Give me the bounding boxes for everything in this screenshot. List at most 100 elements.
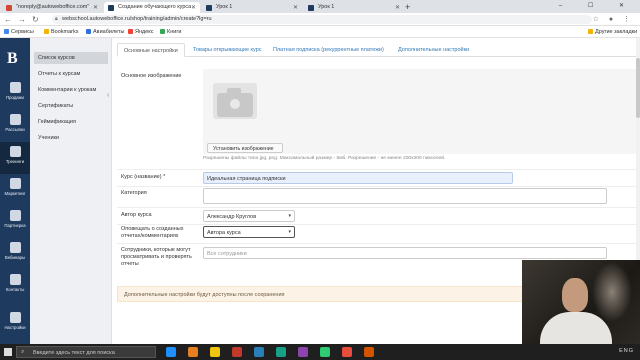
subnav-item-reports[interactable]: Отчеты к курсам — [34, 68, 108, 80]
nav-item-contacts[interactable]: Контакты — [0, 270, 30, 302]
yandex-icon — [128, 29, 133, 34]
staff-placeholder: Все сотрудники — [207, 251, 247, 257]
send-icon — [9, 114, 21, 125]
course-form: Основное изображение Установить изображе… — [117, 61, 637, 281]
subnav-item-courses[interactable]: Список курсов — [34, 52, 108, 64]
author-select[interactable]: Александр Круглов ▾ — [203, 210, 295, 222]
image-hint: Разрешены файлы типа jpg, png. Максималь… — [203, 156, 446, 161]
gmail-icon — [6, 5, 12, 11]
nav-item-settings[interactable]: Настройки — [0, 308, 30, 340]
browser-tab-lesson-1b[interactable]: Урок 1 ✕ — [304, 2, 404, 13]
browser-tab-lesson-1[interactable]: Урок 1 ✕ — [202, 2, 302, 13]
search-icon: ⌕ — [21, 349, 25, 355]
search-placeholder: Введите здесь текст для поиска — [33, 350, 115, 356]
forward-icon[interactable]: → — [18, 15, 26, 24]
course-name-label: Курс (название) * — [121, 174, 166, 180]
bookmark-flights[interactable]: Авиабилеты — [86, 29, 125, 35]
app-icon[interactable] — [276, 347, 286, 357]
tab-paid-subscription[interactable]: Платная подписка (рекуррентные платежи) — [267, 43, 390, 57]
reload-icon[interactable]: ↻ — [32, 15, 39, 24]
nav-item-mailings[interactable]: Рассылки — [0, 110, 30, 142]
tab-basic-settings[interactable]: Основные настройки — [117, 43, 185, 57]
bookmark-bookmarks[interactable]: Bookmarks — [44, 29, 79, 35]
app-icon[interactable] — [342, 347, 352, 357]
divider — [117, 207, 637, 208]
nav-item-marketing[interactable]: Маркетинг — [0, 174, 30, 206]
nav-item-sales[interactable]: Продажи — [0, 78, 30, 110]
address-bar-row: ← → ↻ 🔒︎ webschool.autoweboffice.ru/shop… — [0, 13, 640, 26]
back-icon[interactable]: ← — [4, 15, 12, 24]
webcam-presenter-head — [562, 278, 588, 312]
settings-tabs: Основные настройки Товары открывающие ку… — [117, 43, 637, 57]
tab-title: Урок 1 — [216, 4, 233, 10]
scrollbar-thumb[interactable] — [636, 58, 640, 118]
close-icon[interactable]: ✕ — [293, 4, 298, 11]
subnav-item-students[interactable]: Ученики — [34, 132, 108, 144]
lock-icon: 🔒︎ — [55, 16, 58, 22]
tab-extra-settings[interactable]: Дополнительные настройки — [392, 43, 475, 57]
cart-icon — [9, 82, 21, 93]
site-favicon-icon — [206, 5, 212, 11]
app-icon[interactable] — [364, 347, 374, 357]
set-image-button[interactable]: Установить изображение — [207, 143, 283, 153]
chevron-down-icon: ▾ — [288, 229, 291, 235]
close-icon[interactable]: ✕ — [191, 4, 196, 11]
folder-icon[interactable] — [188, 347, 198, 357]
nav-item-webinars[interactable]: Вебинары — [0, 238, 30, 270]
subnav-item-gamification[interactable]: Геймификация — [34, 116, 108, 128]
tab-products[interactable]: Товары открывающие курс — [187, 43, 268, 57]
notify-select-value: Автора курса — [207, 230, 241, 236]
graduation-icon — [9, 146, 21, 157]
app-main-nav: B Продажи Рассылки Тренинги Маркетинг Па… — [0, 38, 30, 344]
app-logo[interactable]: B — [7, 50, 23, 68]
browser-tabbar: "noreply@autoweboffice.com" ✕ Создание о… — [0, 0, 640, 13]
close-icon[interactable]: ✕ — [93, 4, 98, 11]
app-icon[interactable] — [298, 347, 308, 357]
system-tray-language[interactable]: ENG — [619, 348, 634, 354]
other-bookmarks[interactable]: Другие закладки — [588, 29, 637, 35]
bookmark-services[interactable]: Сервисы — [4, 29, 34, 35]
category-input[interactable] — [203, 188, 607, 204]
tab-title: Урок 1 — [318, 4, 335, 10]
new-tab-button[interactable]: + — [405, 2, 410, 12]
task-view-icon[interactable] — [166, 347, 176, 357]
browser-menu-icons[interactable]: ☆ ● ⋮ — [593, 15, 634, 23]
subnav-item-certificates[interactable]: Сертификаты — [34, 100, 108, 112]
contacts-icon — [9, 274, 21, 285]
webinar-icon — [9, 242, 21, 253]
window-controls[interactable]: – ☐ ✕ — [559, 2, 636, 9]
subnav-item-comments[interactable]: Комментарии к урокам — [34, 84, 108, 96]
author-select-value: Александр Круглов — [207, 214, 257, 220]
tab-title: Создание обучающего курса — [118, 4, 192, 10]
staff-label: Сотрудники, которые могут просматривать … — [121, 247, 192, 267]
divider — [117, 169, 637, 170]
bookmark-books[interactable]: Книги — [160, 29, 181, 35]
url-field[interactable]: 🔒︎ webschool.autoweboffice.ru/shop/train… — [52, 15, 592, 24]
mail-icon[interactable] — [210, 347, 220, 357]
app-icon[interactable] — [320, 347, 330, 357]
close-icon[interactable]: ✕ — [395, 4, 400, 11]
chart-icon — [9, 178, 21, 189]
camera-icon-lens — [227, 96, 243, 112]
browser-tab-mail[interactable]: "noreply@autoweboffice.com" ✕ — [2, 2, 102, 13]
browser-tab-create-course[interactable]: Создание обучающего курса ✕ — [104, 2, 200, 13]
chrome-icon[interactable] — [232, 347, 242, 357]
taskbar-search-input[interactable]: ⌕ Введите здесь текст для поиска — [16, 346, 156, 358]
course-name-input[interactable]: Идеальная страница подписки — [203, 172, 513, 184]
staff-multiselect[interactable]: Все сотрудники — [203, 247, 607, 259]
category-label: Категория — [121, 190, 147, 196]
gear-icon — [9, 312, 21, 323]
divider — [117, 224, 637, 225]
url-text: webschool.autoweboffice.ru/shop/training… — [62, 16, 212, 22]
trainings-subnav: Список курсов Отчеты к курсам Комментари… — [30, 38, 112, 344]
collapse-sidebar-icon[interactable]: ‹ — [107, 92, 109, 99]
webcam-overlay — [522, 260, 640, 344]
bookmark-yandex[interactable]: Яндекс — [128, 29, 154, 35]
notify-select[interactable]: Автора курса ▾ — [203, 226, 295, 238]
store-icon[interactable] — [254, 347, 264, 357]
windows-start-icon[interactable] — [4, 348, 12, 356]
nav-item-trainings[interactable]: Тренинги — [0, 142, 30, 174]
chevron-down-icon: ▾ — [288, 213, 291, 219]
image-label: Основное изображение — [121, 73, 182, 79]
nav-item-partners[interactable]: Партнерка — [0, 206, 30, 238]
